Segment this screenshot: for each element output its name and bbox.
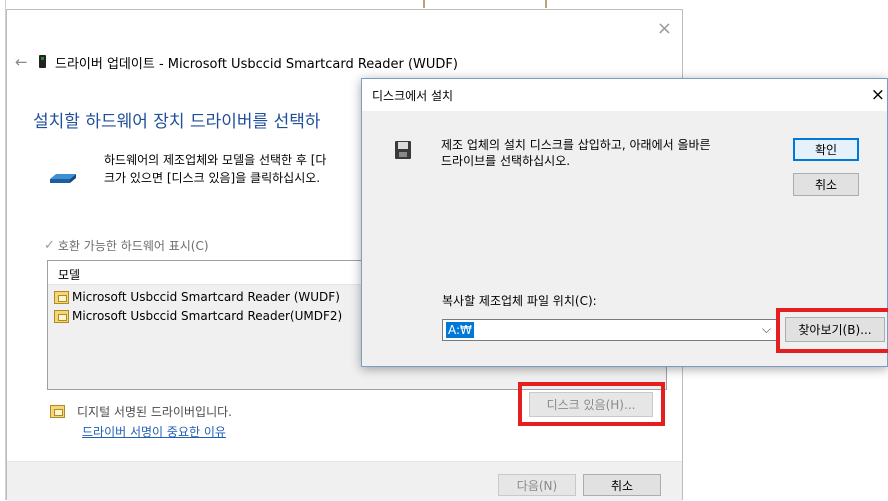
model-list-item[interactable]: Microsoft Usbccid Smartcard Reader(UMDF2…: [54, 309, 342, 323]
signed-driver-icon: [50, 405, 65, 418]
driver-icon: [54, 290, 69, 304]
instructions-line-2: 크가 있으면 [디스크 있음]을 클릭하십시오.: [104, 171, 321, 185]
have-disk-button[interactable]: 디스크 있음(H)...: [529, 392, 653, 417]
driver-icon: [54, 309, 69, 323]
wizard-title: 드라이버 업데이트 - Microsoft Usbccid Smartcard …: [55, 57, 458, 72]
back-arrow-icon[interactable]: ←: [15, 53, 28, 71]
wizard-footer: [7, 461, 682, 501]
browse-button[interactable]: 찾아보기(B)...: [785, 317, 885, 342]
instruction-line-2: 드라이브를 선택하십시오.: [441, 154, 571, 168]
model-name: Microsoft Usbccid Smartcard Reader (WUDF…: [72, 290, 340, 304]
close-icon[interactable]: ×: [871, 85, 885, 105]
instruction-line-1: 제조 업체의 설치 디스크를 삽입하고, 아래에서 올바른: [441, 138, 711, 152]
checkmark-icon: ✓: [44, 238, 55, 253]
page-heading: 설치할 하드웨어 장치 드라이버를 선택하: [33, 112, 321, 132]
insert-disk-instructions: 제조 업체의 설치 디스크를 삽입하고, 아래에서 올바른 드라이브를 선택하십…: [441, 137, 711, 169]
file-location-value[interactable]: A:₩: [446, 322, 474, 338]
next-button[interactable]: 다음(N): [498, 474, 576, 496]
signed-driver-text: 디지털 서명된 드라이버입니다.: [77, 405, 232, 419]
close-icon[interactable]: ×: [657, 18, 672, 39]
instructions-line-1: 하드웨어의 제조업체와 모델을 선택한 후 [다: [104, 153, 327, 167]
model-name: Microsoft Usbccid Smartcard Reader(UMDF2…: [72, 309, 343, 323]
install-from-disk-dialog: 디스크에서 설치 × 제조 업체의 설치 디스크를 삽입하고, 아래에서 올바른…: [361, 78, 888, 367]
background-tick: [545, 0, 547, 8]
compatible-hardware-checkbox[interactable]: ✓ 호환 가능한 하드웨어 표시(C): [44, 237, 209, 254]
dialog-title: 디스크에서 설치: [372, 89, 454, 103]
signed-driver-status: 디지털 서명된 드라이버입니다.: [50, 403, 232, 420]
hardware-device-icon: [50, 174, 76, 183]
cancel-button[interactable]: 취소: [583, 474, 661, 496]
instructions-text: 하드웨어의 제조업체와 모델을 선택한 후 [다 크가 있으면 [디스크 있음]…: [104, 151, 326, 187]
background-window-top: [0, 0, 888, 8]
compatible-hardware-label: 호환 가능한 하드웨어 표시(C): [57, 239, 209, 253]
driver-signing-info-link[interactable]: 드라이버 서명이 중요한 이유: [82, 423, 226, 440]
floppy-disk-icon: [395, 141, 411, 159]
smartcard-reader-icon: [39, 55, 46, 68]
copy-files-from-label: 복사할 제조업체 파일 위치(C):: [442, 294, 597, 308]
file-location-combobox[interactable]: A:₩ ⌵: [442, 319, 777, 341]
chevron-down-icon[interactable]: ⌵: [762, 322, 771, 337]
model-list-item[interactable]: Microsoft Usbccid Smartcard Reader (WUDF…: [54, 290, 340, 304]
dialog-titlebar: 디스크에서 설치 ×: [362, 79, 887, 111]
background-tick: [423, 0, 425, 8]
dialog-cancel-button[interactable]: 취소: [793, 173, 859, 196]
ok-button[interactable]: 확인: [793, 138, 859, 161]
